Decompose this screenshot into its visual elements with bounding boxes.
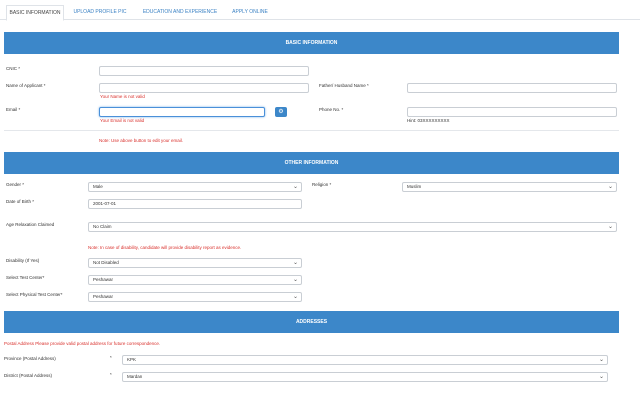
test-center-value: Peshawar xyxy=(93,277,114,282)
gender-select[interactable]: Male ⌄ xyxy=(88,182,302,192)
chevron-down-icon: ⌄ xyxy=(598,357,604,363)
physical-test-center-label: Select Physical Test Center* xyxy=(6,292,63,297)
name-label: Name of Applicant * xyxy=(6,83,46,88)
divider xyxy=(4,130,619,131)
name-input[interactable] xyxy=(99,83,309,93)
district-value: Mardan xyxy=(127,374,143,379)
tab-basic-information[interactable]: BASIC INFORMATION xyxy=(6,5,64,21)
province-select[interactable]: KPK ⌄ xyxy=(122,355,608,365)
dob-input[interactable]: 2001-07-01 xyxy=(88,199,302,209)
cnic-label: CNIC * xyxy=(6,66,21,71)
tab-education-experience[interactable]: EDUCATION AND EXPERIENCE xyxy=(134,5,226,20)
dob-label: Date of Birth * xyxy=(6,199,35,204)
physical-test-center-value: Peshawar xyxy=(93,294,114,299)
gender-value: Male xyxy=(93,184,103,189)
district-label: District (Postal Address) xyxy=(4,373,53,378)
disability-note: Note: In case of disability, candidate w… xyxy=(88,245,242,250)
religion-label: Religion * xyxy=(312,182,332,187)
chevron-down-icon: ⌄ xyxy=(292,294,298,300)
chevron-down-icon: ⌄ xyxy=(598,374,604,380)
chevron-down-icon: ⌄ xyxy=(292,277,298,283)
phone-label: Phone No. * xyxy=(319,107,344,112)
email-edit-note: Note: Use above button to edit your emai… xyxy=(99,138,184,143)
postal-address-note: Postal Address Please provide valid post… xyxy=(4,341,161,346)
gear-icon: ⚙ xyxy=(278,109,284,115)
section-header-other: OTHER INFORMATION xyxy=(4,152,619,174)
test-center-select[interactable]: Peshawar ⌄ xyxy=(88,275,302,285)
test-center-label: Select Test Center* xyxy=(6,275,45,280)
religion-select[interactable]: Muslim ⌄ xyxy=(402,182,617,192)
province-label: Province (Postal Address) xyxy=(4,356,56,361)
edit-email-button[interactable]: ⚙ xyxy=(275,107,287,117)
district-select[interactable]: Mardan ⌄ xyxy=(122,372,608,382)
chevron-down-icon: ⌄ xyxy=(607,184,613,190)
email-label: Email * xyxy=(6,107,21,112)
age-relaxation-label: Age Relaxation Claimed xyxy=(6,222,55,227)
father-input[interactable] xyxy=(407,83,617,93)
physical-test-center-select[interactable]: Peshawar ⌄ xyxy=(88,292,302,302)
father-label: Father/ Husband Name * xyxy=(319,83,369,88)
disability-select[interactable]: Not Disabled ⌄ xyxy=(88,258,302,268)
religion-value: Muslim xyxy=(407,184,422,189)
disability-label: Disability (If Yes) xyxy=(6,258,40,263)
section-header-basic: BASIC INFORMATION xyxy=(4,32,619,54)
phone-hint: Hint: 03XXXXXXXXX xyxy=(407,118,450,123)
age-relaxation-select[interactable]: No Claim ⌄ xyxy=(88,222,617,232)
tab-apply-online[interactable]: APPLY ONLINE xyxy=(228,5,272,20)
section-header-addresses: ADDRESSES xyxy=(4,311,619,333)
phone-input[interactable] xyxy=(407,107,617,117)
disability-value: Not Disabled xyxy=(93,260,119,265)
cnic-input[interactable] xyxy=(99,66,309,76)
age-relaxation-value: No Claim xyxy=(93,224,112,229)
chevron-down-icon: ⌄ xyxy=(607,224,613,230)
district-required-star: * xyxy=(110,372,112,377)
province-required-star: * xyxy=(110,355,112,360)
tab-bar: BASIC INFORMATION UPLOAD PROFILE PIC EDU… xyxy=(0,0,640,21)
chevron-down-icon: ⌄ xyxy=(292,184,298,190)
gender-label: Gender * xyxy=(6,182,25,187)
email-input[interactable] xyxy=(99,107,265,117)
email-error: Your Email is not valid xyxy=(100,118,145,123)
name-error: Your Name is not valid xyxy=(100,94,145,99)
chevron-down-icon: ⌄ xyxy=(292,260,298,266)
tab-upload-profile-pic[interactable]: UPLOAD PROFILE PIC xyxy=(68,5,132,20)
province-value: KPK xyxy=(127,357,137,362)
